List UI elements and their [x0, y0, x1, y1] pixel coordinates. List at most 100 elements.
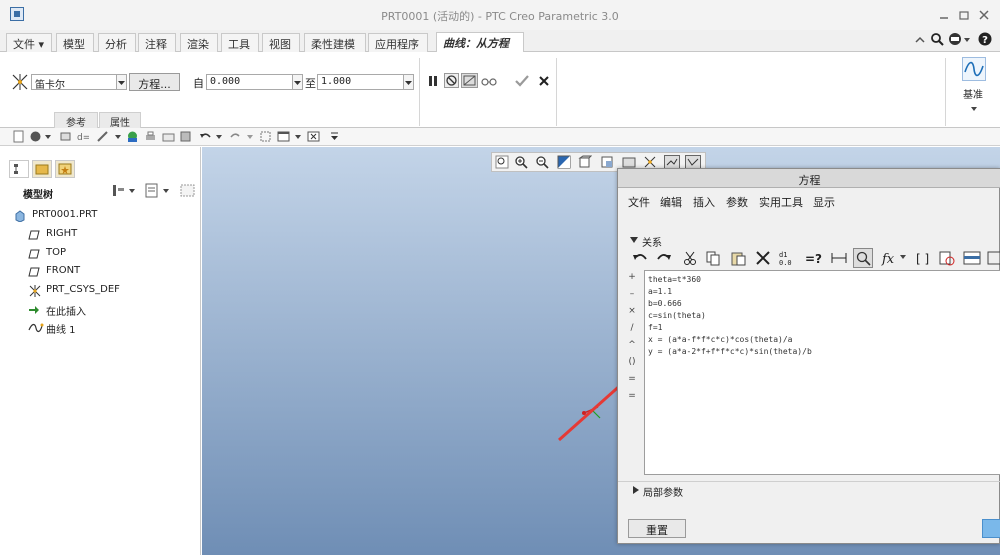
appearance-ball-icon[interactable]	[29, 130, 42, 143]
ok-button[interactable]	[982, 519, 1000, 538]
insert-parameter-icon[interactable]: [ ]	[915, 250, 931, 266]
chevron-up-icon[interactable]	[914, 34, 926, 46]
dialog-menu-insert[interactable]: 插入	[693, 194, 715, 210]
spin-center-icon[interactable]	[664, 155, 680, 169]
section-icon[interactable]	[59, 130, 72, 143]
dialog-menu-parameters[interactable]: 参数	[726, 194, 748, 210]
repaint-icon[interactable]	[557, 155, 571, 169]
save-icon[interactable]	[179, 130, 192, 143]
maximize-icon[interactable]	[958, 9, 970, 21]
insert-units-icon[interactable]	[938, 250, 956, 266]
delete-icon[interactable]	[755, 250, 771, 266]
tree-columns-icon[interactable]	[180, 183, 195, 198]
to-value-dropdown[interactable]	[403, 74, 414, 90]
tab-model[interactable]: 模型	[56, 33, 94, 52]
operator-plus[interactable]: +	[625, 272, 639, 282]
tab-flexible-modeling[interactable]: 柔性建模	[304, 33, 366, 52]
from-value-dropdown[interactable]	[292, 74, 303, 90]
from-value-input[interactable]: 0.000	[206, 74, 293, 90]
operator-equals[interactable]: =	[625, 374, 639, 384]
evaluate-expression-icon[interactable]: d1 0.0	[778, 249, 796, 267]
redo-icon[interactable]	[656, 250, 672, 266]
undo-icon[interactable]	[199, 130, 212, 143]
tab-curve-from-equation[interactable]: 曲线：从方程	[436, 32, 524, 52]
show-dimension-icon[interactable]	[830, 250, 848, 266]
datum-label[interactable]: 基准	[963, 86, 983, 101]
dialog-menu-edit[interactable]: 编辑	[660, 194, 682, 210]
datum-curve-icon[interactable]	[962, 57, 986, 81]
tab-tools[interactable]: 工具	[221, 33, 259, 52]
dropdown-arrow-icon[interactable]	[900, 254, 906, 260]
coord-system-select[interactable]: 笛卡尔	[31, 74, 117, 91]
chevron-down-icon[interactable]	[964, 37, 970, 43]
glasses-icon[interactable]	[481, 74, 497, 87]
dropdown-arrow-icon[interactable]	[129, 188, 135, 194]
coord-system-dropdown[interactable]	[116, 74, 127, 90]
tab-annotate[interactable]: 注释	[138, 33, 176, 52]
regenerate-icon[interactable]	[259, 130, 272, 143]
saved-views-icon[interactable]	[600, 155, 614, 169]
table-icon[interactable]	[963, 250, 981, 266]
close-icon[interactable]	[978, 9, 990, 21]
dialog-menu-show[interactable]: 显示	[813, 194, 835, 210]
dropdown-arrow-icon[interactable]	[244, 130, 257, 143]
cut-icon[interactable]	[682, 250, 698, 266]
dropdown-arrow-icon[interactable]	[213, 130, 226, 143]
window-icon[interactable]	[277, 130, 290, 143]
community-icon[interactable]	[948, 32, 962, 46]
equation-line[interactable]: x = (a*a-f*f*c*c)*cos(theta)/a	[648, 335, 793, 344]
minimize-icon[interactable]	[938, 9, 950, 21]
refit-icon[interactable]	[495, 155, 509, 169]
display-style-icon[interactable]	[578, 155, 592, 169]
verify-relations-icon[interactable]: =?	[805, 250, 823, 266]
verify-mode-icon[interactable]	[461, 73, 478, 88]
close-window-icon[interactable]	[307, 130, 320, 143]
color-display-icon[interactable]	[126, 130, 139, 143]
subtab-references[interactable]: 参考	[54, 112, 98, 129]
cancel-x-icon[interactable]	[538, 75, 550, 87]
annotation-display-icon[interactable]	[685, 155, 701, 169]
print-icon[interactable]	[144, 130, 157, 143]
tab-render[interactable]: 渲染	[180, 33, 218, 52]
open-folder-icon[interactable]	[162, 130, 175, 143]
expand-arrow-icon[interactable]	[633, 486, 639, 494]
tab-analysis[interactable]: 分析	[98, 33, 136, 52]
equation-line[interactable]: f=1	[648, 323, 662, 332]
operator-power[interactable]: ^	[625, 340, 639, 350]
tab-file[interactable]: 文件 ▾	[6, 33, 52, 52]
to-value-input[interactable]: 1.000	[317, 74, 404, 90]
equation-line[interactable]: c=sin(theta)	[648, 311, 706, 320]
pause-icon[interactable]	[427, 75, 439, 87]
dialog-menu-file[interactable]: 文件	[628, 194, 650, 210]
operator-multiply[interactable]: ×	[625, 306, 639, 316]
dropdown-arrow-icon[interactable]	[292, 130, 305, 143]
undo-icon[interactable]	[632, 250, 648, 266]
view-manager-icon[interactable]	[622, 155, 636, 169]
tab-view[interactable]: 视图	[262, 33, 300, 52]
zoom-in-icon[interactable]	[514, 155, 528, 169]
equation-line[interactable]: a=1.1	[648, 287, 672, 296]
reset-button[interactable]: 重置	[628, 519, 686, 538]
import-icon[interactable]	[987, 250, 1000, 266]
redo-icon[interactable]	[229, 130, 242, 143]
function-icon[interactable]: fx	[881, 250, 897, 266]
operator-parentheses[interactable]: ()	[625, 357, 639, 367]
sort-relations-icon[interactable]	[853, 248, 873, 268]
new-file-icon[interactable]	[12, 130, 25, 143]
help-icon[interactable]: ?	[978, 32, 992, 46]
section-collapse-icon[interactable]	[630, 236, 638, 244]
datum-dropdown-icon[interactable]	[971, 106, 977, 112]
subtab-properties[interactable]: 属性	[99, 112, 141, 129]
dialog-menu-utilities[interactable]: 实用工具	[759, 194, 803, 210]
dropdown-arrow-icon[interactable]	[42, 130, 55, 143]
dropdown-arrow-icon[interactable]	[163, 188, 169, 194]
ok-check-icon[interactable]	[514, 73, 530, 88]
search-icon[interactable]	[930, 32, 944, 46]
csys-display-icon[interactable]	[643, 155, 657, 169]
zoom-out-icon[interactable]	[535, 155, 549, 169]
equation-line[interactable]: theta=t*360	[648, 275, 701, 284]
no-preview-icon[interactable]	[444, 73, 459, 88]
local-parameters-label[interactable]: 局部参数	[643, 484, 683, 499]
model-tree-tab-icon[interactable]	[9, 160, 29, 178]
operator-minus[interactable]: –	[625, 289, 639, 299]
